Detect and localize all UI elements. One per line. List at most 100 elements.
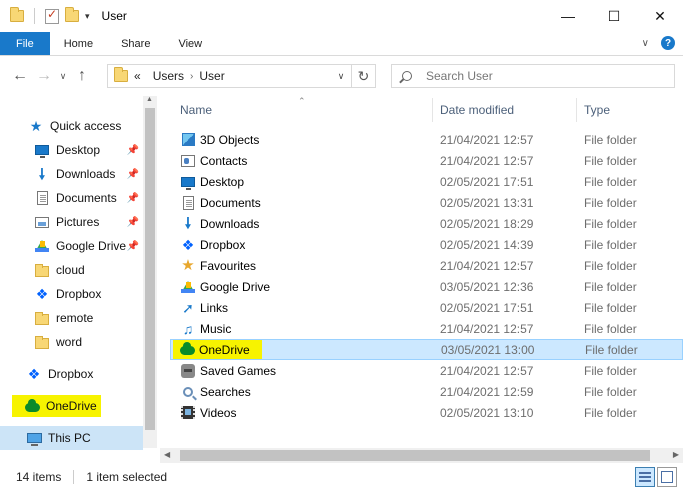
file-name: Videos xyxy=(200,405,237,420)
file-date: 02/05/2021 17:51 xyxy=(440,300,534,315)
nav-item-label: Dropbox xyxy=(56,287,102,301)
scroll-up-arrow-icon[interactable]: ▲ xyxy=(146,96,153,103)
nav-item-documents[interactable]: Documents 📌 xyxy=(0,186,143,210)
file-name: Downloads xyxy=(200,216,260,231)
tab-home[interactable]: Home xyxy=(50,32,107,55)
address-bar[interactable]: « Users › User xyxy=(107,64,352,88)
file-row-dropbox[interactable]: ❖ Dropbox 02/05/2021 14:39 File folder xyxy=(170,234,683,255)
column-divider[interactable] xyxy=(432,98,433,122)
file-type: File folder xyxy=(584,174,637,189)
search-icon xyxy=(402,71,412,81)
large-icons-view-button[interactable] xyxy=(657,467,677,487)
forward-arrow-icon[interactable]: → xyxy=(32,67,56,85)
close-button[interactable]: ✕ xyxy=(637,0,683,32)
file-name: Dropbox xyxy=(200,237,246,252)
tab-view[interactable]: View xyxy=(164,32,216,55)
nav-item-desktop[interactable]: Desktop 📌 xyxy=(0,138,143,162)
pin-icon[interactable]: 📌 xyxy=(127,217,139,228)
scrollbar-thumb[interactable] xyxy=(145,108,155,430)
breadcrumb-users[interactable]: Users xyxy=(153,69,184,83)
details-view-button[interactable] xyxy=(635,467,655,487)
nav-item-word[interactable]: word xyxy=(0,330,143,354)
minimize-button[interactable]: — xyxy=(545,0,591,32)
address-row: ← → ∨ ↑ « Users › User ∨ ↻ xyxy=(0,60,683,92)
file-row-3d-objects[interactable]: 3D Objects 21/04/2021 12:57 File folder xyxy=(170,129,683,150)
address-dropdown-icon[interactable]: ∨ xyxy=(330,64,352,88)
new-folder-icon[interactable] xyxy=(65,7,79,22)
maximize-button[interactable]: ☐ xyxy=(591,0,637,32)
file-row-desktop[interactable]: Desktop 02/05/2021 17:51 File folder xyxy=(170,171,683,192)
recent-locations-chevron-icon[interactable]: ∨ xyxy=(56,71,70,82)
file-row-google-drive[interactable]: Google Drive 03/05/2021 12:36 File folde… xyxy=(170,276,683,297)
nav-item-dropbox[interactable]: ❖ Dropbox xyxy=(0,282,143,306)
file-row-favourites[interactable]: ★ Favourites 21/04/2021 12:57 File folder xyxy=(170,255,683,276)
breadcrumb-separator-icon[interactable]: › xyxy=(190,71,193,82)
file-name: Desktop xyxy=(200,174,245,189)
refresh-button[interactable]: ↻ xyxy=(352,64,376,88)
contacts-icon xyxy=(180,153,196,169)
pin-icon[interactable]: 📌 xyxy=(127,145,139,156)
nav-pane-scrollbar[interactable]: ▲ xyxy=(143,96,157,448)
column-header-date-modified[interactable]: Date modified xyxy=(440,96,514,124)
breadcrumb-overflow[interactable]: « xyxy=(134,69,141,83)
file-row-searches[interactable]: Searches 21/04/2021 12:59 File folder xyxy=(170,381,683,402)
properties-icon[interactable] xyxy=(45,7,59,24)
column-header-type[interactable]: Type xyxy=(584,96,610,124)
nav-item-dropbox-root[interactable]: ❖ Dropbox xyxy=(0,362,143,386)
file-row-downloads[interactable]: 🠗 Downloads 02/05/2021 18:29 File folder xyxy=(170,213,683,234)
file-row-videos[interactable]: Videos 02/05/2021 13:10 File folder xyxy=(170,402,683,423)
file-date: 21/04/2021 12:57 xyxy=(440,258,534,273)
nav-item-cloud[interactable]: cloud xyxy=(0,258,143,282)
pin-icon[interactable]: 📌 xyxy=(127,241,139,252)
breadcrumb-user[interactable]: User xyxy=(199,69,224,83)
file-name: Documents xyxy=(200,195,261,210)
sort-ascending-icon: ⌃ xyxy=(298,96,306,106)
navigation-pane: ★ Quick access Desktop 📌 🠗 Downloads 📌 D… xyxy=(0,96,143,450)
file-list-horizontal-scrollbar[interactable]: ◀ ▶ xyxy=(160,448,683,463)
help-icon[interactable]: ? xyxy=(661,36,675,50)
scrollbar-thumb[interactable] xyxy=(180,450,650,461)
google-drive-icon xyxy=(34,239,50,253)
nav-item-this-pc[interactable]: This PC xyxy=(0,426,143,450)
item-count: 14 items xyxy=(16,470,62,484)
customize-toolbar-dropdown-icon[interactable]: ▾ xyxy=(85,11,90,22)
file-row-music[interactable]: ♫ Music 21/04/2021 12:57 File folder xyxy=(170,318,683,339)
nav-item-label: cloud xyxy=(56,263,85,277)
nav-item-onedrive[interactable]: OneDrive xyxy=(0,394,143,418)
file-row-links[interactable]: ➚ Links 02/05/2021 17:51 File folder xyxy=(170,297,683,318)
favourites-icon: ★ xyxy=(181,257,195,274)
file-date: 02/05/2021 17:51 xyxy=(440,174,534,189)
nav-item-downloads[interactable]: 🠗 Downloads 📌 xyxy=(0,162,143,186)
search-box[interactable] xyxy=(391,64,675,88)
file-date: 03/05/2021 13:00 xyxy=(441,342,535,357)
tab-file[interactable]: File xyxy=(0,32,50,55)
tab-share[interactable]: Share xyxy=(107,32,164,55)
file-date: 21/04/2021 12:57 xyxy=(440,321,534,336)
scroll-right-arrow-icon[interactable]: ▶ xyxy=(673,450,679,459)
back-arrow-icon[interactable]: ← xyxy=(8,67,32,85)
desktop-icon xyxy=(180,174,196,190)
nav-item-remote[interactable]: remote xyxy=(0,306,143,330)
file-row-contacts[interactable]: Contacts 21/04/2021 12:57 File folder xyxy=(170,150,683,171)
status-divider xyxy=(73,470,75,484)
column-header-name[interactable]: Name xyxy=(180,96,212,124)
documents-icon xyxy=(180,195,196,211)
search-input[interactable] xyxy=(426,69,626,83)
nav-item-quick-access[interactable]: ★ Quick access xyxy=(0,114,143,138)
expand-ribbon-chevron-icon[interactable]: ∨ xyxy=(642,38,649,49)
file-name: Google Drive xyxy=(200,279,271,294)
star-icon: ★ xyxy=(29,118,43,134)
scroll-left-arrow-icon[interactable]: ◀ xyxy=(164,450,170,459)
up-arrow-icon[interactable]: ↑ xyxy=(70,67,94,85)
nav-item-pictures[interactable]: Pictures 📌 xyxy=(0,210,143,234)
pin-icon[interactable]: 📌 xyxy=(127,169,139,180)
pin-icon[interactable]: 📌 xyxy=(127,193,139,204)
nav-item-google-drive[interactable]: Google Drive 📌 xyxy=(0,234,143,258)
column-divider[interactable] xyxy=(576,98,577,122)
file-row-documents[interactable]: Documents 02/05/2021 13:31 File folder xyxy=(170,192,683,213)
nav-item-label: Dropbox xyxy=(48,367,94,381)
file-row-onedrive[interactable]: OneDrive 03/05/2021 13:00 File folder xyxy=(170,339,683,360)
nav-item-label: Documents xyxy=(56,191,117,205)
file-list: ⌃ Name Date modified Type 3D Objects 21/… xyxy=(170,96,683,448)
file-row-saved-games[interactable]: Saved Games 21/04/2021 12:57 File folder xyxy=(170,360,683,381)
